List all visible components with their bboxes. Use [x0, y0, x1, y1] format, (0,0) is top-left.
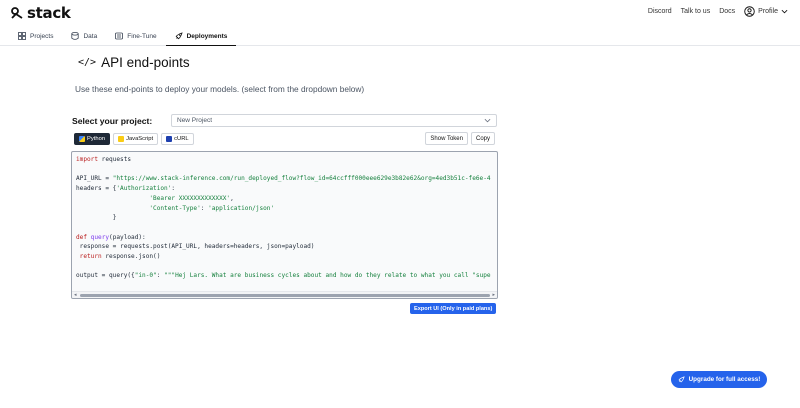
show-token-button[interactable]: Show Token — [425, 132, 468, 145]
scrollbar-thumb[interactable] — [80, 293, 490, 297]
code-token: : — [171, 185, 176, 193]
tab-data[interactable]: Data — [62, 27, 106, 45]
code-token: """Hej Lars. What are business cycles ab… — [164, 272, 491, 280]
upgrade-button[interactable]: Upgrade for full access! — [671, 371, 767, 388]
chevron-down-icon — [484, 118, 491, 123]
brand-logo[interactable]: stack — [10, 4, 71, 22]
scroll-right-icon[interactable]: ▸ — [492, 292, 495, 298]
tab-label: Deployments — [186, 32, 228, 40]
database-icon — [71, 32, 80, 40]
upgrade-label: Upgrade for full access! — [688, 376, 761, 383]
code-token: return — [76, 253, 102, 261]
code-token: , — [230, 194, 234, 202]
project-select-value: New Project — [177, 117, 213, 124]
profile-menu[interactable]: Profile — [744, 6, 788, 17]
code-actions: Show Token Copy — [425, 132, 495, 145]
code-token: (payload): — [109, 233, 146, 241]
stack-logo-icon — [11, 7, 23, 19]
language-javascript-button[interactable]: JavaScript — [113, 133, 159, 145]
language-label: JavaScript — [126, 136, 154, 142]
copy-button[interactable]: Copy — [470, 132, 495, 145]
top-nav: Discord Talk to us Docs Profile — [648, 6, 788, 17]
scroll-left-icon[interactable]: ◂ — [74, 292, 77, 298]
export-ui-button[interactable]: Export UI (Only in paid plans) — [410, 303, 497, 314]
code-token: 'Bearer XXXXXXXXXXXXX' — [149, 194, 231, 202]
code-token: headers = { — [76, 185, 117, 193]
code-text: import requests API_URL = "https://www.s… — [76, 155, 491, 281]
language-label: Python — [87, 136, 106, 142]
talk-to-us-link[interactable]: Talk to us — [681, 8, 711, 15]
code-token: import — [76, 156, 99, 163]
profile-label: Profile — [758, 8, 778, 15]
language-curl-button[interactable]: cURL — [161, 133, 194, 145]
brand-name: stack — [27, 4, 71, 22]
code-token: 'Authorization' — [116, 185, 172, 193]
tab-fine-tune[interactable]: Fine-Tune — [106, 27, 165, 45]
code-token: query — [87, 233, 110, 241]
code-token: : — [200, 204, 209, 212]
rocket-icon — [175, 32, 183, 40]
page-description: Use these end-points to deploy your mode… — [75, 84, 365, 94]
horizontal-scrollbar[interactable]: ◂ ▸ — [72, 291, 497, 298]
language-tabs: Python JavaScript cURL — [74, 133, 194, 145]
code-token: "https://www.stack-inference.com/run_dep… — [112, 175, 491, 183]
tab-projects[interactable]: Projects — [9, 27, 62, 45]
code-token: def — [76, 233, 88, 241]
curl-icon — [166, 136, 173, 142]
language-python-button[interactable]: Python — [74, 133, 111, 145]
javascript-icon — [118, 136, 125, 142]
chevron-down-icon — [781, 9, 788, 14]
grid-icon — [18, 32, 26, 40]
language-label: cURL — [174, 136, 189, 142]
project-select[interactable]: New Project — [171, 114, 497, 127]
tab-label: Fine-Tune — [127, 32, 157, 40]
rocket-icon — [678, 376, 685, 383]
user-circle-icon — [744, 6, 755, 17]
docs-link[interactable]: Docs — [719, 8, 735, 15]
tab-deployments[interactable]: Deployments — [165, 27, 237, 46]
code-token: } — [112, 214, 117, 222]
page-title-text: API end-points — [101, 55, 190, 70]
tune-icon — [115, 32, 124, 40]
code-token: response = requests.post(API_URL, header… — [76, 243, 315, 251]
code-token: response.json() — [101, 253, 161, 261]
top-bar: stack Discord Talk to us Docs Profile — [0, 0, 800, 27]
code-token: : — [156, 272, 165, 280]
code-token: "in-0" — [134, 272, 157, 280]
tab-label: Projects — [30, 32, 54, 40]
discord-link[interactable]: Discord — [648, 8, 672, 15]
code-token: requests — [98, 156, 132, 163]
tab-label: Data — [83, 32, 98, 40]
code-token: output = query({ — [76, 272, 135, 280]
page-title: </> API end-points — [78, 55, 190, 70]
main-tabs: Projects Data Fine-Tune Deployments — [0, 27, 800, 46]
python-icon — [79, 136, 85, 142]
code-token: 'Content-Type' — [149, 204, 201, 212]
project-select-label: Select your project: — [72, 116, 153, 126]
code-icon: </> — [78, 57, 97, 68]
code-snippet[interactable]: import requests API_URL = "https://www.s… — [71, 151, 498, 299]
code-token: API_URL = — [76, 175, 113, 183]
code-token: 'application/json' — [208, 204, 275, 212]
